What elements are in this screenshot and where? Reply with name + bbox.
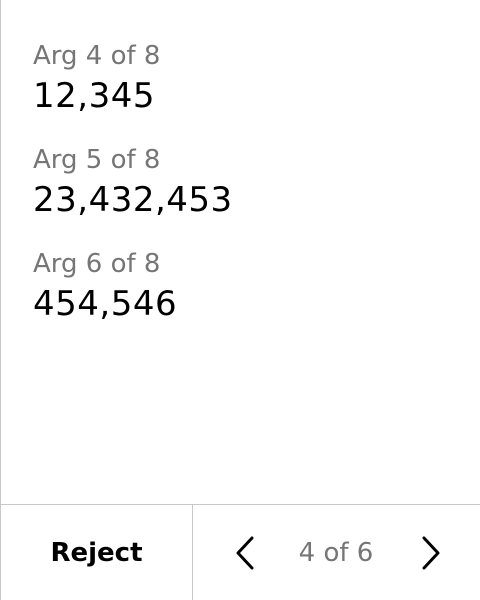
- reject-button[interactable]: Reject: [1, 505, 193, 600]
- argument-list: Arg 4 of 8 12,345 Arg 5 of 8 23,432,453 …: [33, 38, 460, 350]
- pagination: 4 of 6: [193, 505, 480, 600]
- chevron-right-icon: [422, 536, 440, 570]
- argument-value: 23,432,453: [33, 180, 233, 220]
- argument-item: Arg 4 of 8 12,345: [33, 38, 460, 142]
- previous-page-button[interactable]: [225, 533, 265, 573]
- argument-item: Arg 5 of 8 23,432,453: [33, 142, 460, 246]
- argument-value: 454,546: [33, 284, 178, 324]
- argument-label: Arg 6 of 8: [33, 249, 161, 279]
- argument-review-panel: Arg 4 of 8 12,345 Arg 5 of 8 23,432,453 …: [0, 0, 480, 600]
- action-footer: Reject 4 of 6: [1, 504, 480, 600]
- argument-label: Arg 5 of 8: [33, 145, 161, 175]
- argument-label: Arg 4 of 8: [33, 41, 161, 71]
- next-page-button[interactable]: [411, 533, 451, 573]
- page-indicator: 4 of 6: [298, 538, 374, 568]
- reject-button-label: Reject: [50, 538, 143, 568]
- chevron-left-icon: [236, 536, 254, 570]
- argument-value: 12,345: [33, 76, 155, 116]
- argument-item: Arg 6 of 8 454,546: [33, 246, 460, 350]
